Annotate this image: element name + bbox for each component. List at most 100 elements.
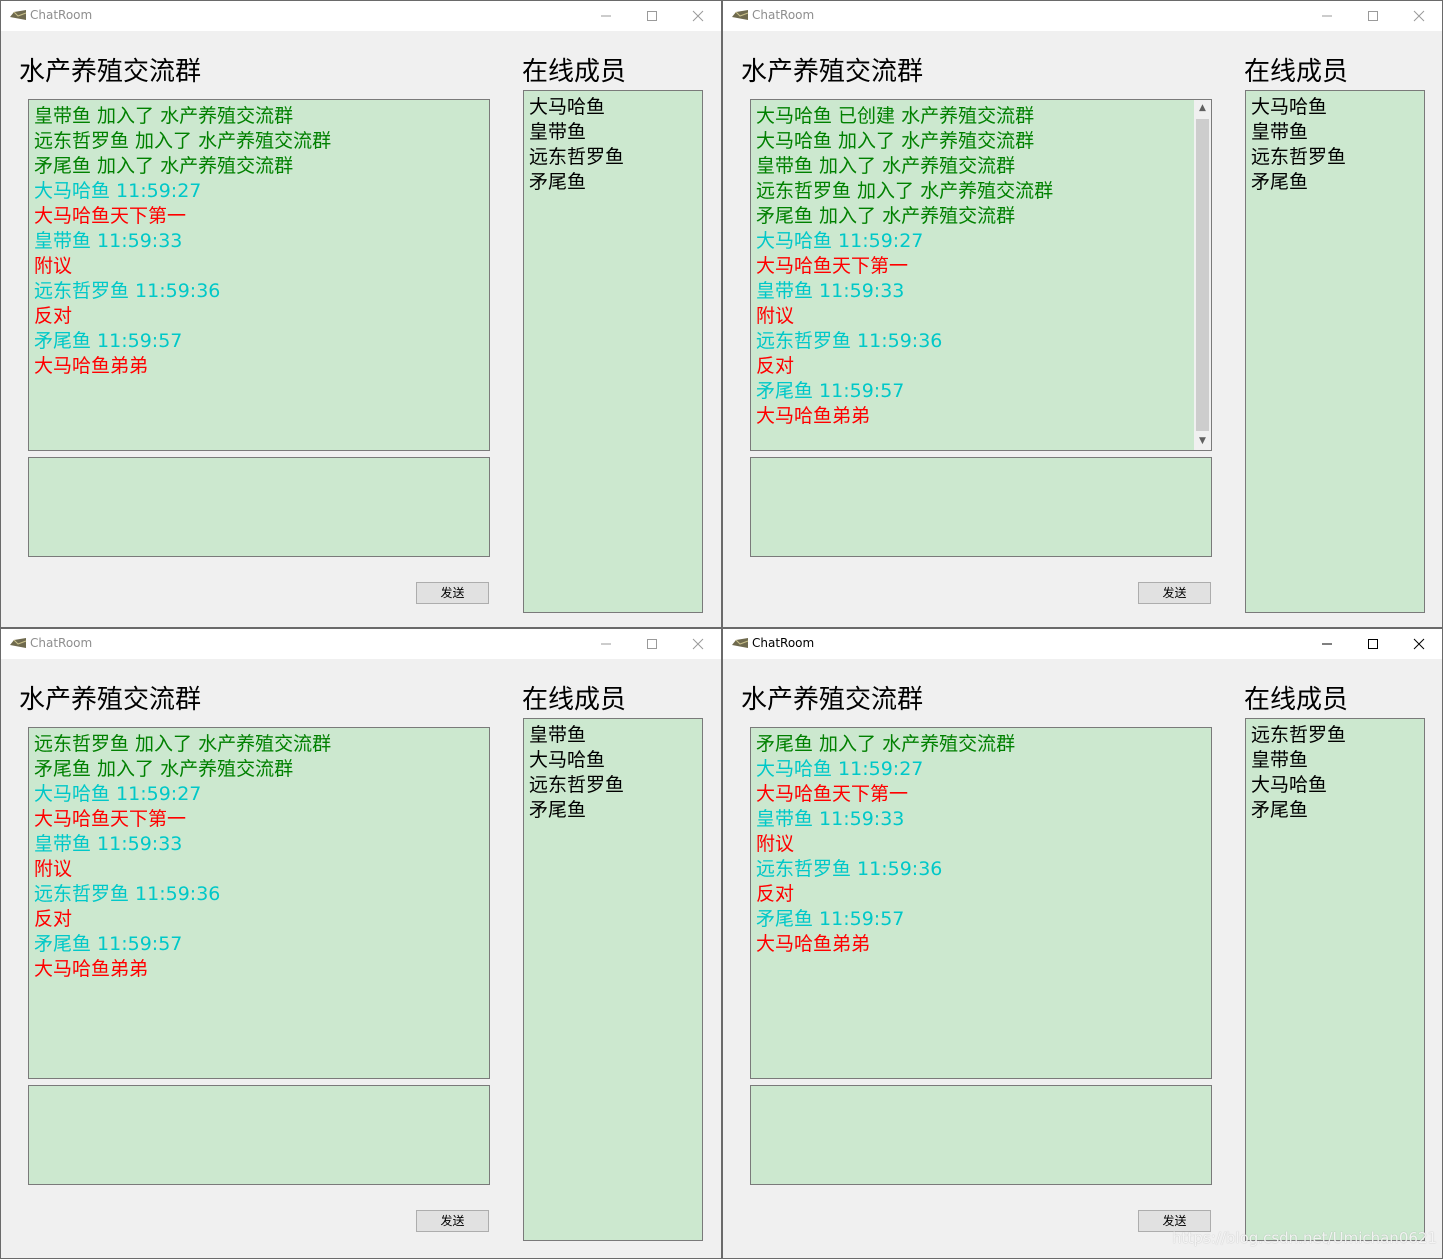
system-message: 矛尾鱼 加入了 水产养殖交流群 — [34, 155, 294, 177]
close-icon — [692, 638, 704, 650]
maximize-icon — [1368, 11, 1378, 21]
online-members-heading: 在线成员 — [522, 57, 627, 87]
member-list-item[interactable]: 远东哲罗鱼 — [1251, 723, 1424, 748]
window-title: ChatRoom — [30, 636, 93, 650]
member-list-item[interactable]: 皇带鱼 — [1251, 120, 1424, 145]
close-icon — [1413, 638, 1425, 650]
member-list-item[interactable]: 皇带鱼 — [529, 723, 702, 748]
message-text: 大马哈鱼天下第一 — [34, 205, 187, 227]
message-header: 大马哈鱼 11:59:27 — [756, 758, 924, 780]
member-list-item[interactable]: 矛尾鱼 — [529, 170, 702, 195]
title-bar[interactable]: ChatRoom — [1, 1, 721, 31]
close-button[interactable] — [675, 1, 721, 31]
scroll-down-arrow-icon[interactable]: ▼ — [1194, 433, 1211, 450]
close-button[interactable] — [675, 629, 721, 659]
member-list-item[interactable]: 矛尾鱼 — [1251, 170, 1424, 195]
online-members-list[interactable]: 远东哲罗鱼 皇带鱼 大马哈鱼 矛尾鱼 — [1245, 718, 1425, 1241]
online-members-list[interactable]: 大马哈鱼 皇带鱼 远东哲罗鱼 矛尾鱼 — [1245, 90, 1425, 613]
message-header: 远东哲罗鱼 11:59:36 — [34, 883, 221, 905]
member-list-item[interactable]: 大马哈鱼 — [1251, 773, 1424, 798]
minimize-icon — [1322, 643, 1332, 645]
send-button[interactable]: 发送 — [1138, 582, 1211, 604]
maximize-icon — [647, 639, 657, 649]
online-members-list[interactable]: 大马哈鱼 皇带鱼 远东哲罗鱼 矛尾鱼 — [523, 90, 703, 613]
group-name-heading: 水产养殖交流群 — [19, 685, 202, 715]
minimize-button[interactable] — [583, 1, 629, 31]
send-button[interactable]: 发送 — [416, 1210, 489, 1232]
member-list-item[interactable]: 远东哲罗鱼 — [529, 145, 702, 170]
message-input[interactable] — [750, 457, 1212, 557]
system-message: 大马哈鱼 已创建 水产养殖交流群 — [756, 105, 1035, 127]
close-button[interactable] — [1396, 629, 1442, 659]
close-button[interactable] — [1396, 1, 1442, 31]
maximize-button[interactable] — [1350, 629, 1396, 659]
message-text: 反对 — [756, 355, 795, 377]
message-input[interactable] — [28, 1085, 490, 1185]
message-text: 附议 — [756, 305, 795, 327]
message-header: 大马哈鱼 11:59:27 — [34, 180, 202, 202]
member-list-item[interactable]: 远东哲罗鱼 — [1251, 145, 1424, 170]
system-message: 大马哈鱼 加入了 水产养殖交流群 — [756, 130, 1035, 152]
minimize-button[interactable] — [1304, 629, 1350, 659]
chat-history[interactable]: 远东哲罗鱼 加入了 水产养殖交流群 矛尾鱼 加入了 水产养殖交流群 大马哈鱼 11:… — [28, 727, 490, 1079]
chat-scrollbar[interactable]: ▲ ▼ — [1194, 100, 1211, 450]
chatroom-window-2: ChatRoom 水产养殖交流群 在线成员 大马哈鱼 已创建 水产养殖交流群 大马… — [722, 0, 1443, 628]
member-list-item[interactable]: 皇带鱼 — [529, 120, 702, 145]
member-list-item[interactable]: 矛尾鱼 — [529, 798, 702, 823]
title-bar[interactable]: ChatRoom — [1, 629, 721, 659]
minimize-button[interactable] — [583, 629, 629, 659]
app-icon — [732, 10, 749, 20]
message-header: 远东哲罗鱼 11:59:36 — [756, 858, 943, 880]
chat-history[interactable]: 大马哈鱼 已创建 水产养殖交流群 大马哈鱼 加入了 水产养殖交流群 皇带鱼 加入了 … — [750, 99, 1212, 451]
message-text: 附议 — [756, 833, 795, 855]
maximize-button[interactable] — [629, 1, 675, 31]
scroll-thumb[interactable] — [1196, 119, 1209, 431]
minimize-icon — [1322, 15, 1332, 17]
message-header: 远东哲罗鱼 11:59:36 — [34, 280, 221, 302]
message-text: 附议 — [34, 255, 73, 277]
maximize-button[interactable] — [629, 629, 675, 659]
message-text: 大马哈鱼弟弟 — [34, 355, 149, 377]
system-message: 皇带鱼 加入了 水产养殖交流群 — [34, 105, 294, 127]
message-header: 矛尾鱼 11:59:57 — [34, 330, 183, 352]
message-text: 反对 — [34, 908, 73, 930]
window-title: ChatRoom — [30, 8, 93, 22]
group-name-heading: 水产养殖交流群 — [741, 685, 924, 715]
message-header: 皇带鱼 11:59:33 — [756, 280, 905, 302]
system-message: 矛尾鱼 加入了 水产养殖交流群 — [756, 205, 1016, 227]
member-list-item[interactable]: 大马哈鱼 — [529, 95, 702, 120]
message-input[interactable] — [28, 457, 490, 557]
app-icon — [10, 638, 27, 648]
scroll-up-arrow-icon[interactable]: ▲ — [1194, 100, 1211, 117]
message-header: 矛尾鱼 11:59:57 — [756, 908, 905, 930]
message-header: 远东哲罗鱼 11:59:36 — [756, 330, 943, 352]
online-members-list[interactable]: 皇带鱼 大马哈鱼 远东哲罗鱼 矛尾鱼 — [523, 718, 703, 1241]
chatroom-window-4: ChatRoom 水产养殖交流群 在线成员 矛尾鱼 加入了 水产养殖交流群 大马哈… — [722, 628, 1443, 1259]
send-button[interactable]: 发送 — [416, 582, 489, 604]
system-message: 矛尾鱼 加入了 水产养殖交流群 — [34, 758, 294, 780]
member-list-item[interactable]: 远东哲罗鱼 — [529, 773, 702, 798]
minimize-icon — [601, 643, 611, 645]
member-list-item[interactable]: 大马哈鱼 — [529, 748, 702, 773]
message-header: 矛尾鱼 11:59:57 — [756, 380, 905, 402]
message-header: 大马哈鱼 11:59:27 — [756, 230, 924, 252]
member-list-item[interactable]: 大马哈鱼 — [1251, 95, 1424, 120]
system-message: 远东哲罗鱼 加入了 水产养殖交流群 — [34, 733, 332, 755]
message-text: 大马哈鱼天下第一 — [756, 255, 909, 277]
chat-history[interactable]: 矛尾鱼 加入了 水产养殖交流群 大马哈鱼 11:59:27 大马哈鱼天下第一 皇带鱼 … — [750, 727, 1212, 1079]
chat-history[interactable]: 皇带鱼 加入了 水产养殖交流群 远东哲罗鱼 加入了 水产养殖交流群 矛尾鱼 加入了 … — [28, 99, 490, 451]
chatroom-window-3: ChatRoom 水产养殖交流群 在线成员 远东哲罗鱼 加入了 水产养殖交流群矛… — [0, 628, 722, 1259]
title-bar[interactable]: ChatRoom — [723, 629, 1442, 659]
maximize-button[interactable] — [1350, 1, 1396, 31]
member-list-item[interactable]: 皇带鱼 — [1251, 748, 1424, 773]
close-icon — [1413, 10, 1425, 22]
system-message: 远东哲罗鱼 加入了 水产养殖交流群 — [756, 180, 1054, 202]
message-text: 大马哈鱼天下第一 — [34, 808, 187, 830]
online-members-heading: 在线成员 — [1244, 685, 1349, 715]
member-list-item[interactable]: 矛尾鱼 — [1251, 798, 1424, 823]
maximize-icon — [1368, 639, 1378, 649]
message-input[interactable] — [750, 1085, 1212, 1185]
title-bar[interactable]: ChatRoom — [723, 1, 1442, 31]
watermark-text: https://blog.csdn.net/Umichan0621 — [1172, 1229, 1437, 1247]
minimize-button[interactable] — [1304, 1, 1350, 31]
